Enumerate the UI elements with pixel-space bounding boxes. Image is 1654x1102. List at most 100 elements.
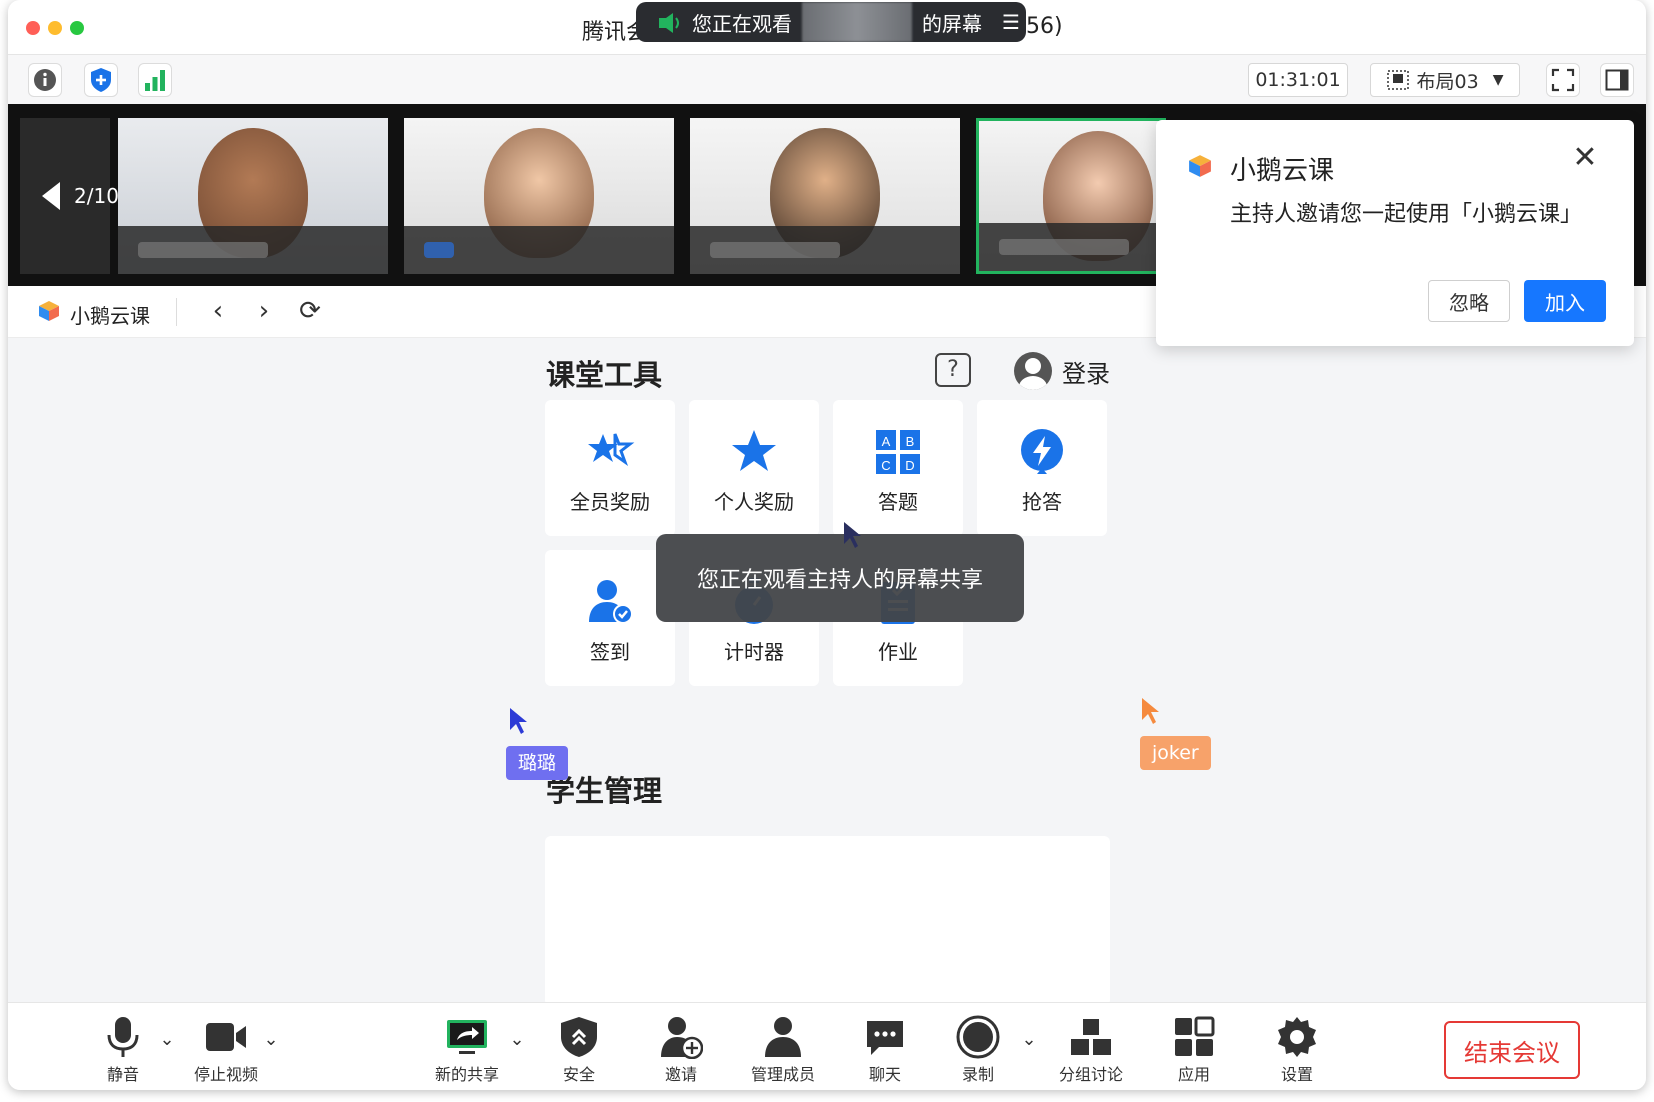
caret-left-icon[interactable] <box>42 182 60 210</box>
record-button[interactable]: 录制 <box>933 1011 1023 1087</box>
invite-button[interactable]: 邀请 <box>636 1011 726 1087</box>
banner-suffix: 的屏幕 <box>922 11 982 36</box>
tool-label: 答题 <box>878 490 918 514</box>
chat-button[interactable]: 聊天 <box>840 1011 930 1087</box>
new-share-label: 新的共享 <box>434 1065 499 1084</box>
help-button[interactable]: ? <box>935 353 971 387</box>
tile-name-bar <box>404 226 674 274</box>
back-button[interactable]: ‹ <box>204 298 232 326</box>
share-options-chevron-icon[interactable]: ⌄ <box>506 1029 528 1051</box>
blurred-name <box>999 239 1129 255</box>
shield-icon <box>561 1017 597 1057</box>
tool-label: 个人奖励 <box>714 490 794 514</box>
tool-label: 作业 <box>878 640 918 664</box>
record-label: 录制 <box>961 1065 994 1084</box>
side-panel-icon <box>1605 69 1629 91</box>
tool-label: 全员奖励 <box>570 490 650 514</box>
settings-button[interactable]: 设置 <box>1252 1011 1342 1087</box>
close-icon[interactable]: ✕ <box>1572 143 1598 173</box>
security-button[interactable]: 安全 <box>534 1011 624 1087</box>
answer-letter: B <box>906 434 915 449</box>
layout-label: 布局03 <box>1416 70 1479 93</box>
classroom-tools-title: 课堂工具 <box>546 358 663 392</box>
xiaoe-logo-icon <box>1189 155 1211 177</box>
info-button[interactable] <box>28 63 62 97</box>
end-meeting-button[interactable]: 结束会议 <box>1444 1021 1580 1079</box>
apps-button[interactable]: 应用 <box>1149 1011 1239 1087</box>
fullscreen-button[interactable] <box>1546 63 1580 97</box>
cursor-arrow-icon <box>1142 698 1159 724</box>
nav-divider <box>176 298 177 326</box>
side-panel-button[interactable] <box>1600 63 1634 97</box>
minimize-window-button[interactable] <box>48 21 62 35</box>
signal-bars-icon <box>145 70 165 91</box>
tool-label: 签到 <box>590 640 630 664</box>
title-bar: 腾讯会 56) 您正在观看 的屏幕 ☰ <box>8 0 1646 54</box>
security-status-button[interactable] <box>84 63 118 97</box>
tool-card-quick-answer[interactable]: 抢答 <box>977 400 1107 536</box>
zoom-window-button[interactable] <box>70 21 84 35</box>
forward-button[interactable]: › <box>250 298 278 326</box>
chat-bubble-icon <box>867 1021 903 1055</box>
blurred-name <box>138 242 268 258</box>
tool-card-all-reward[interactable]: 全员奖励 <box>545 400 675 536</box>
screen-share-banner[interactable]: 您正在观看 的屏幕 ☰ <box>636 2 1026 42</box>
network-status-button[interactable] <box>138 63 172 97</box>
meeting-timer: 01:31:01 <box>1248 63 1348 97</box>
join-button[interactable]: 加入 <box>1524 280 1606 322</box>
tool-card-personal-reward[interactable]: 个人奖励 <box>689 400 819 536</box>
invite-label: 邀请 <box>664 1065 697 1084</box>
blurred-name <box>710 242 840 258</box>
layout-selector[interactable]: 布局03 ▼ <box>1370 63 1520 97</box>
record-options-chevron-icon[interactable]: ⌄ <box>1018 1029 1040 1051</box>
answer-letter: A <box>882 434 891 449</box>
answer-letter: D <box>905 458 914 473</box>
video-tile[interactable] <box>690 118 960 274</box>
blurred-name <box>424 242 454 258</box>
top-toolbar: 01:31:01 布局03 ▼ <box>8 54 1646 104</box>
add-user-icon <box>661 1017 703 1059</box>
apps-grid-icon <box>1175 1016 1215 1056</box>
video-camera-icon <box>206 1023 246 1051</box>
security-label: 安全 <box>562 1065 595 1084</box>
mute-options-chevron-icon[interactable]: ⌄ <box>156 1029 178 1051</box>
xiaoe-logo-icon <box>39 301 59 321</box>
app-name: 小鹅云课 <box>70 304 150 328</box>
tile-name-bar <box>118 226 388 274</box>
host-name-blurred <box>802 2 912 42</box>
user-check-icon <box>589 580 633 624</box>
login-link[interactable]: 登录 <box>1062 354 1110 389</box>
manage-members-label: 管理成员 <box>750 1065 815 1084</box>
close-window-button[interactable] <box>26 21 40 35</box>
speaker-icon <box>658 13 682 33</box>
meeting-controls-bar: 静音 ⌄ 停止视频 ⌄ 新的共享 ⌄ 安全 邀请 管理成员 聊天 录制 ⌄ 分组… <box>8 1002 1646 1090</box>
microphone-icon <box>107 1017 139 1057</box>
star-icon <box>732 430 776 471</box>
abcd-grid-icon: A B C D <box>876 430 920 474</box>
banner-menu-icon[interactable]: ☰ <box>1002 10 1020 34</box>
tool-label: 抢答 <box>1022 490 1062 514</box>
stop-video-button[interactable]: 停止视频 <box>181 1011 271 1087</box>
video-tile[interactable] <box>118 118 388 274</box>
window-title-suffix: 56) <box>1026 14 1063 39</box>
manage-members-button[interactable]: 管理成员 <box>738 1011 828 1087</box>
fullscreen-icon <box>1551 68 1575 92</box>
mute-button[interactable]: 静音 <box>78 1011 168 1087</box>
avatar[interactable] <box>1014 352 1052 390</box>
ignore-button[interactable]: 忽略 <box>1428 280 1510 322</box>
student-management-panel <box>545 836 1110 1006</box>
apps-label: 应用 <box>1177 1065 1210 1084</box>
shield-icon <box>91 68 111 92</box>
chevron-down-icon: ▼ <box>1492 72 1504 88</box>
video-pager[interactable]: 2/100 <box>20 118 132 274</box>
screen-share-icon <box>447 1020 487 1054</box>
new-share-button[interactable]: 新的共享 <box>422 1011 512 1087</box>
tool-card-quiz[interactable]: A B C D 答题 <box>833 400 963 536</box>
video-tile-active-speaker[interactable] <box>976 118 1166 274</box>
video-tile[interactable] <box>404 118 674 274</box>
video-options-chevron-icon[interactable]: ⌄ <box>260 1029 282 1051</box>
tool-label: 计时器 <box>724 640 784 664</box>
multi-star-icon <box>588 433 635 466</box>
refresh-button[interactable]: ⟳ <box>296 298 324 326</box>
breakout-rooms-button[interactable]: 分组讨论 <box>1046 1011 1136 1087</box>
